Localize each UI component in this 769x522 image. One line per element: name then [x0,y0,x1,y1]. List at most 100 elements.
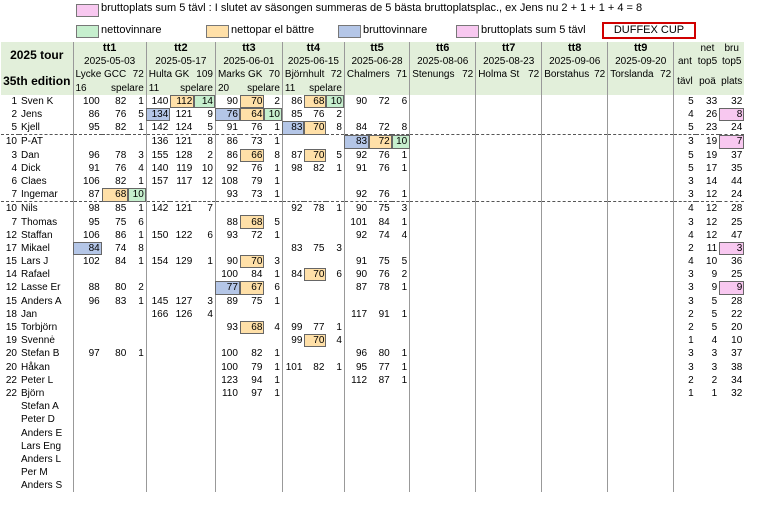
player-name: Anders A [21,295,62,307]
score-points [326,295,344,308]
score-netto [239,201,265,216]
score-empty [409,386,476,401]
score-brutto [281,466,305,480]
score-empty [475,334,542,348]
event-code-tt8: tt8 [541,42,608,56]
score-brutto: 100 [72,94,102,108]
score-empty [409,134,476,149]
score-netto [304,308,326,321]
score-empty [607,255,674,269]
score-points [326,188,344,202]
score-points: 6 [336,269,342,281]
score-brutto [281,294,305,308]
score-brutto [145,386,171,401]
player-name: Stefan A [21,401,59,413]
score-empty [607,148,674,162]
score-points: 5 [207,122,213,134]
score-empty [607,161,674,175]
event-date-tt6: 2025-08-06 [409,55,476,69]
score-netto [102,268,129,281]
player-row: 1 Sven K 100 82 1 140 112 14 90 70 2 86 68 10 90 72 6 5 33… [1,94,744,108]
score-empty [607,188,674,202]
tour-edition: 35th edition [1,68,73,95]
score-empty [409,121,476,135]
score-points: 1 [336,162,342,174]
score-empty [475,148,542,162]
score-points [194,361,215,374]
score-brutto: 92 [281,201,305,216]
score-netto [170,466,194,479]
score-empty [475,439,542,453]
score-netto [304,374,326,387]
score-netto: 72 [369,134,392,149]
score-empty [409,281,476,295]
score-netto: 72 [251,229,263,241]
event-par: 72 [528,69,540,81]
score-points: 1 [401,374,408,386]
score-points: 1 [401,162,408,174]
player-rank: 12 [5,282,17,294]
player-rank [1,426,19,439]
player-row: 15 Lars J 102 84 1 154 129 1 90 70 3 91 75 5 4 10 36 [1,255,744,269]
player-rank: 10 [1,201,19,216]
score-brutto: 88 [214,215,240,229]
scoreboard-table: 2025 tour tt1 tt2 tt3 tt4 tt5 tt6 tt7 tt8 tt9 net b… [1,42,745,493]
score-points: 1 [401,282,408,294]
score-netto [102,321,129,334]
score-netto [369,413,392,426]
score-points: 1 [274,229,280,241]
score-empty [541,161,608,175]
legend-bruttovinnare: bruttovinnare [363,24,428,36]
score-empty [607,241,674,255]
score-empty [607,307,674,321]
score-empty [475,413,542,427]
player-name: Lars Eng [21,440,62,452]
event-course: Torslanda [610,69,654,81]
score-empty [541,373,608,387]
event-course: Holma St [478,69,520,81]
player-rank: 6 [11,175,17,187]
player-name: Ingemar [21,189,58,201]
score-points: 1 [138,295,144,307]
score-brutto: 150 [145,228,171,242]
score-empty [541,281,608,295]
score-netto [369,440,392,453]
score-brutto: 93 [214,320,240,335]
score-netto [304,453,326,466]
player-rank: 10 [1,134,19,149]
score-empty [409,320,476,335]
score-netto: 75 [369,201,392,216]
player-row: 7 Thomas 95 75 6 88 68 5 101 84 1 3 12 25 [1,215,744,229]
score-brutto: 96 [343,347,370,361]
score-brutto [214,479,240,493]
player-rank: 15 [5,256,17,268]
score-empty [607,373,674,387]
score-empty [409,174,476,189]
player-rank [1,453,19,466]
score-brutto: 140 [145,94,171,108]
score-netto: 68 [239,320,265,335]
event-course-par-tt6: Stenungs 72 [409,68,476,82]
score-brutto: 110 [214,386,240,401]
score-netto: 80 [115,348,127,360]
score-netto [304,255,326,268]
player-rank: 7 [11,216,17,228]
score-points: 10 [201,162,213,174]
score-points: 1 [274,122,280,134]
score-brutto [281,426,305,440]
score-brutto [72,452,102,466]
score-points [264,242,282,255]
score-points: 2 [401,269,408,281]
score-points [194,479,215,492]
event-par: 72 [660,69,672,81]
score-netto [102,334,129,347]
score-netto [102,453,129,466]
score-empty [475,161,542,175]
score-netto [102,426,129,439]
score-brutto: 83 [281,241,305,255]
score-netto: 68 [239,215,265,229]
score-points [326,229,344,242]
score-empty [409,255,476,269]
score-empty [607,228,674,242]
score-points [194,268,215,281]
